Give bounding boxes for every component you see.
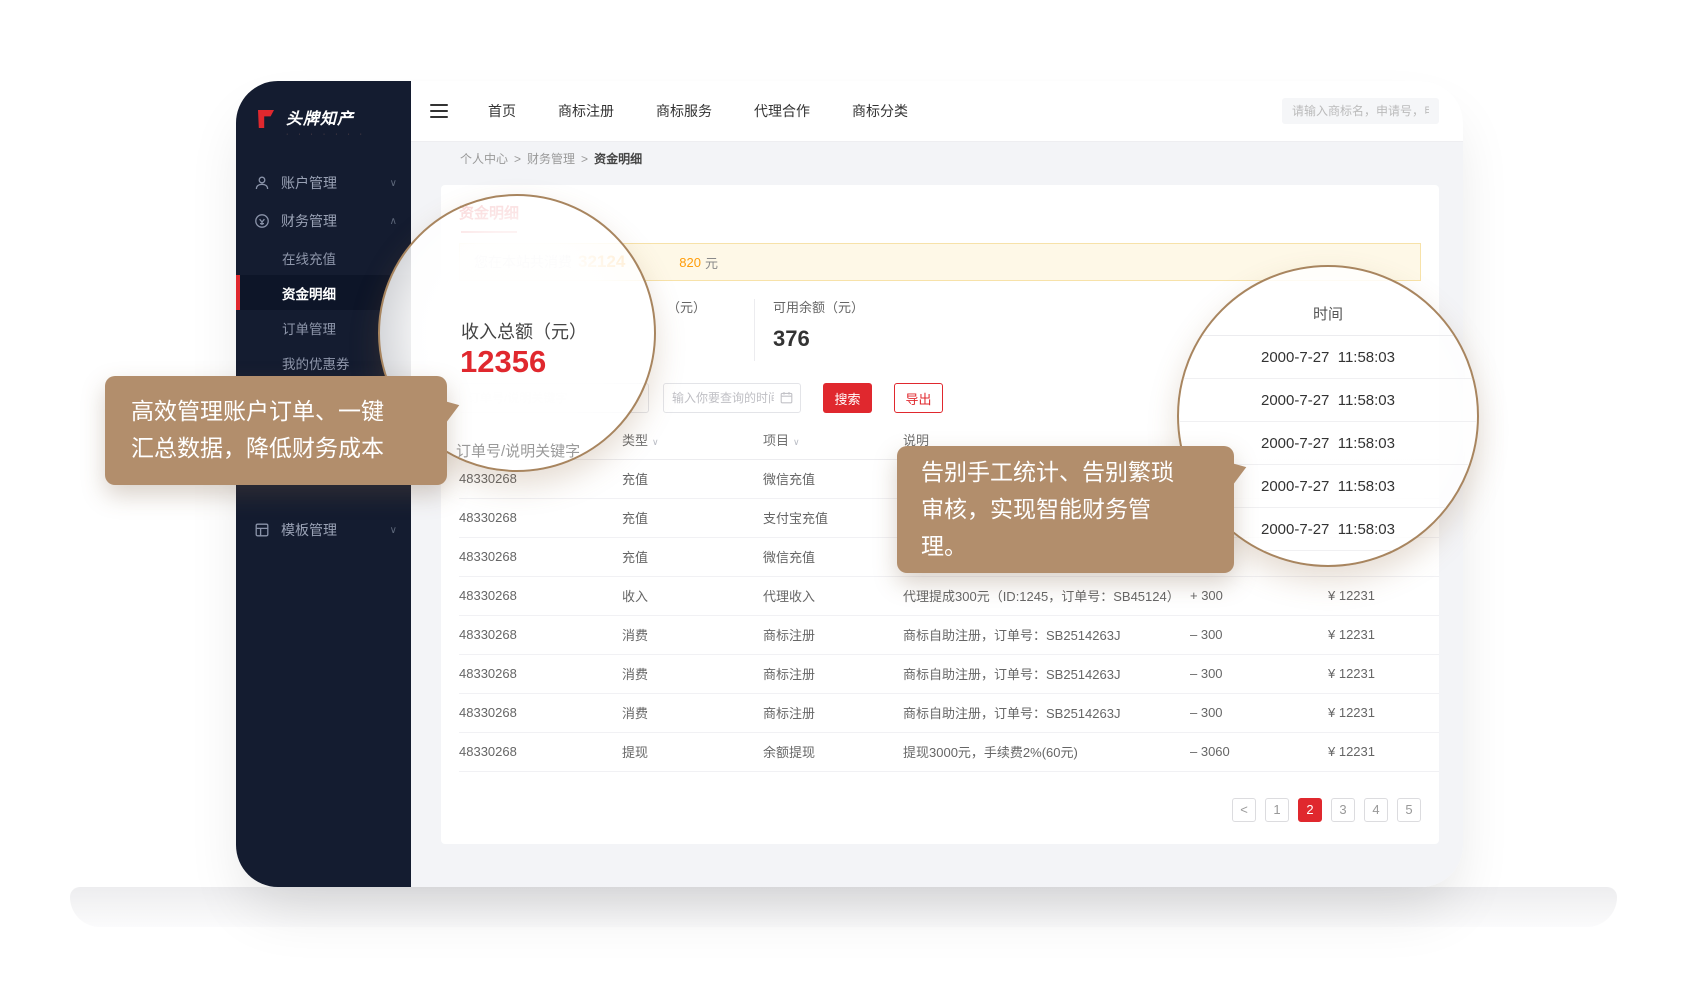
breadcrumb-item[interactable]: 个人中心 bbox=[460, 150, 508, 167]
template-icon bbox=[254, 522, 270, 538]
table-row: 48330268消费商标注册商标自助注册，订单号：SB2514263J– 300… bbox=[459, 615, 1439, 654]
logo-icon bbox=[254, 107, 278, 136]
sidebar-item-finance[interactable]: 财务管理 ∧ bbox=[236, 202, 411, 240]
table-row: 48330268消费商标注册商标自助注册，订单号：SB2514263J– 300… bbox=[459, 654, 1439, 693]
stat-label: （元） bbox=[667, 297, 754, 316]
finance-icon bbox=[254, 213, 270, 229]
pagination-prev-icon[interactable]: < bbox=[1232, 798, 1256, 822]
banner-suffix-amount: 820 bbox=[679, 255, 701, 270]
pagination-page-5[interactable]: 5 bbox=[1397, 798, 1421, 822]
menu-item-trademark-register[interactable]: 商标注册 bbox=[558, 101, 614, 121]
callout-text: 高效管理账户订单、一键汇总数据，降低财务成本 bbox=[131, 393, 399, 467]
sort-chevron-icon: ∨ bbox=[793, 437, 800, 447]
callout-right: 告别手工统计、告别繁琐审核，实现智能财务管理。 bbox=[897, 446, 1234, 573]
sidebar-item-templates[interactable]: 模板管理 ∨ bbox=[236, 511, 411, 549]
breadcrumb-item[interactable]: 财务管理 bbox=[527, 150, 575, 167]
calendar-icon[interactable] bbox=[780, 391, 793, 409]
pagination-page-3[interactable]: 3 bbox=[1331, 798, 1355, 822]
chevron-down-icon: ∨ bbox=[390, 178, 397, 189]
callout-text: 告别手工统计、告别繁琐审核，实现智能财务管理。 bbox=[921, 454, 1183, 565]
sidebar-item-label: 模板管理 bbox=[281, 520, 390, 540]
breadcrumb-current: 资金明细 bbox=[594, 150, 642, 167]
sidebar-item-label: 账户管理 bbox=[281, 173, 390, 193]
sidebar-item-account[interactable]: 账户管理 ∨ bbox=[236, 164, 411, 202]
table-row: 48330268收入代理收入代理提成300元（ID:1245，订单号：SB451… bbox=[459, 576, 1439, 615]
sidebar-subitem-recharge[interactable]: 在线充值 bbox=[236, 240, 411, 275]
menu-item-agency[interactable]: 代理合作 bbox=[754, 101, 810, 121]
main-menu: 首页 商标注册 商标服务 代理合作 商标分类 bbox=[488, 101, 908, 121]
menu-item-trademark-category[interactable]: 商标分类 bbox=[852, 101, 908, 121]
col-type-header[interactable]: 类型∨ bbox=[604, 421, 745, 459]
menu-item-home[interactable]: 首页 bbox=[488, 101, 516, 121]
logo: 头牌知产 · · · · · · · bbox=[236, 81, 411, 146]
lens-stat-value: 12356 bbox=[460, 344, 546, 380]
user-icon bbox=[254, 175, 270, 191]
top-navbar: 首页 商标注册 商标服务 代理合作 商标分类 bbox=[411, 81, 1463, 142]
stat-value: 376 bbox=[773, 326, 955, 352]
logo-title: 头牌知产 bbox=[286, 105, 366, 129]
col-project-header[interactable]: 项目∨ bbox=[745, 421, 885, 459]
lens-time-cell: 2000-7-27 11:58:03 bbox=[1179, 336, 1477, 379]
pagination-page-1[interactable]: 1 bbox=[1265, 798, 1289, 822]
lens-keyword-text: 订单号/说明关键字 bbox=[456, 440, 580, 461]
lens-time-header: 时间 bbox=[1179, 293, 1477, 336]
export-button[interactable]: 导出 bbox=[894, 383, 943, 413]
hamburger-icon[interactable] bbox=[430, 104, 448, 118]
table-row: 48330268消费商标注册商标自助注册，订单号：SB2514263J– 300… bbox=[459, 693, 1439, 732]
table-row: 48330268提现余额提现提现3000元，手续费2%(60元)– 3060¥ … bbox=[459, 732, 1439, 771]
search-button[interactable]: 搜索 bbox=[823, 383, 872, 413]
laptop-mockup: 头牌知产 · · · · · · · 账户管理 ∨ 财务管理 bbox=[0, 0, 1696, 1002]
menu-item-trademark-services[interactable]: 商标服务 bbox=[656, 101, 712, 121]
callout-left: 高效管理账户订单、一键汇总数据，降低财务成本 bbox=[105, 376, 447, 485]
breadcrumb-separator: > bbox=[581, 152, 588, 166]
sidebar-item-label: 财务管理 bbox=[281, 211, 390, 231]
stat-label: 可用余额（元） bbox=[773, 297, 955, 316]
trademark-search-input[interactable] bbox=[1282, 98, 1439, 124]
breadcrumb: 个人中心 > 财务管理 > 资金明细 bbox=[411, 142, 1463, 175]
pagination: < 1 2 3 4 5 bbox=[459, 798, 1421, 822]
pagination-page-2-active[interactable]: 2 bbox=[1298, 798, 1322, 822]
chevron-up-icon: ∧ bbox=[390, 216, 397, 227]
chevron-down-icon: ∨ bbox=[390, 525, 397, 536]
lens-time-cell: 2000-7-27 11:58:03 bbox=[1179, 379, 1477, 422]
date-input-wrap bbox=[663, 383, 801, 413]
logo-subtext: · · · · · · · bbox=[286, 131, 366, 138]
breadcrumb-separator: > bbox=[514, 152, 521, 166]
stat-available-balance: 可用余额（元） 376 bbox=[755, 297, 955, 363]
lens-stat-label: 收入总额（元） bbox=[461, 318, 587, 344]
sort-chevron-icon: ∨ bbox=[652, 437, 659, 447]
banner-suffix-unit: 元 bbox=[705, 253, 718, 272]
laptop-base bbox=[70, 887, 1617, 927]
pagination-page-4[interactable]: 4 bbox=[1364, 798, 1388, 822]
